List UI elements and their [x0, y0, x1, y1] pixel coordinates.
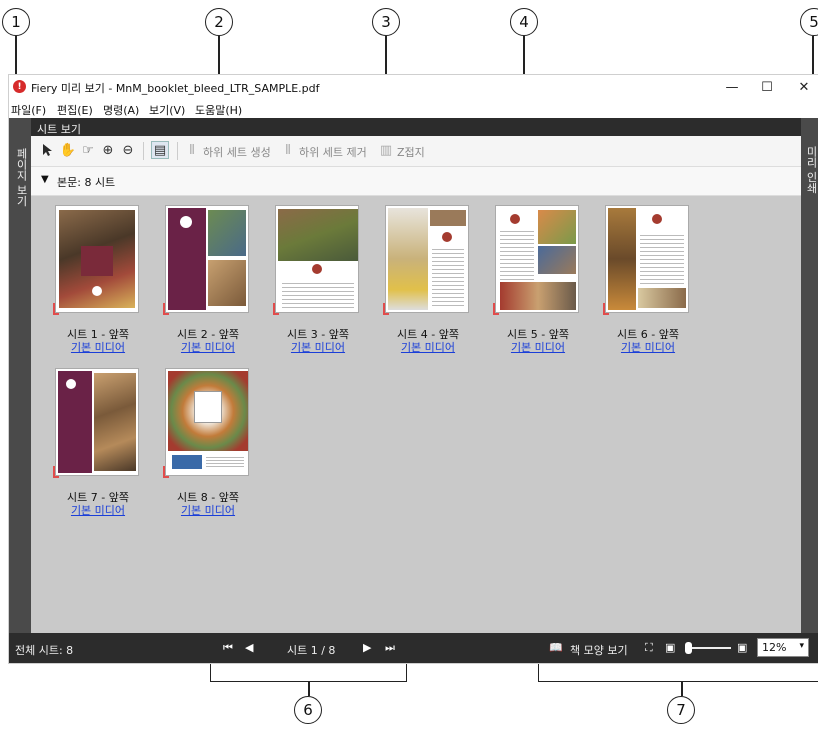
close-button[interactable]: ✕	[789, 77, 818, 97]
next-page-icon[interactable]: ▶	[363, 641, 371, 654]
zoom-out-icon[interactable]: ⊖	[119, 141, 137, 159]
window-title: Fiery 미리 보기 - MnM_booklet_bleed_LTR_SAMP…	[31, 82, 320, 95]
media-link[interactable]: 기본 미디어	[483, 339, 593, 355]
fiery-preview-window: ! Fiery 미리 보기 - MnM_booklet_bleed_LTR_SA…	[8, 74, 818, 664]
fit-to-window-icon[interactable]: ⛶	[645, 641, 653, 655]
page-indicator: 시트 1 / 8	[287, 644, 336, 657]
sheet-8-preview[interactable]	[165, 368, 249, 476]
z-fold-button[interactable]: Z접지	[397, 144, 425, 160]
sheet-thumbnail[interactable]: 시트 6 - 앞쪽 기본 미디어	[593, 205, 703, 365]
sheet-thumbnail[interactable]: 시트 7 - 앞쪽 기본 미디어	[43, 368, 153, 528]
page-view-panel[interactable]: 페이지 보기	[9, 118, 31, 633]
media-link[interactable]: 기본 미디어	[43, 339, 153, 355]
sheet-3-preview[interactable]	[275, 205, 359, 313]
menu-bar: 파일(F) 편집(E) 명령(A) 보기(V) 도움말(H)	[9, 99, 818, 118]
zoom-in-icon[interactable]: ⊕	[99, 141, 117, 159]
fiery-logo-icon: !	[13, 80, 26, 93]
zoom-large-icon[interactable]: ▣	[737, 641, 747, 654]
z-fold-icon[interactable]: ▥	[377, 141, 395, 159]
preflight-label: 미리 인쇄	[805, 146, 818, 194]
document-view-icon[interactable]: ▤	[151, 141, 169, 159]
sheet-grid: 시트 1 - 앞쪽 기본 미디어 시트 2 - 앞쪽 기본 미디어 시트 3 -…	[31, 196, 801, 633]
chevron-down-icon: ▾	[799, 641, 804, 651]
media-link[interactable]: 기본 미디어	[263, 339, 373, 355]
zoom-select[interactable]: 12% ▾	[757, 638, 809, 657]
previous-page-icon[interactable]: ◀	[245, 641, 253, 654]
title-bar: ! Fiery 미리 보기 - MnM_booklet_bleed_LTR_SA…	[9, 75, 818, 99]
sheet-thumbnail[interactable]: 시트 2 - 앞쪽 기본 미디어	[153, 205, 263, 365]
first-page-icon[interactable]: ⏮	[223, 641, 233, 655]
callout-3: 3	[372, 8, 400, 36]
toolbar: ✋ ☞ ⊕ ⊖ ▤ ⫴ 하위 세트 생성 ⫴ 하위 세트 제거 ▥ Z접지	[31, 136, 801, 167]
sheet-thumbnail[interactable]: 시트 8 - 앞쪽 기본 미디어	[153, 368, 263, 528]
callout-5: 5	[800, 8, 818, 36]
menu-commands[interactable]: 명령(A)	[103, 102, 139, 118]
zoom-slider-thumb[interactable]	[685, 642, 692, 654]
menu-file[interactable]: 파일(F)	[11, 102, 46, 118]
last-page-icon[interactable]: ⏭	[385, 641, 395, 655]
create-subset-button[interactable]: 하위 세트 생성	[203, 144, 271, 160]
sheet-thumbnail[interactable]: 시트 3 - 앞쪽 기본 미디어	[263, 205, 373, 365]
callout-2: 2	[205, 8, 233, 36]
sheet-7-preview[interactable]	[55, 368, 139, 476]
sheet-view-bar: ▸▸ 시트 보기 ◂◂	[9, 118, 818, 136]
page-view-label: 페이지 보기	[15, 148, 28, 207]
select-arrow-icon[interactable]	[39, 141, 57, 159]
maximize-button[interactable]: ☐	[752, 77, 782, 97]
sheet-1-preview[interactable]	[55, 205, 139, 313]
sheet-thumbnail[interactable]: 시트 1 - 앞쪽 기본 미디어	[43, 205, 153, 365]
sheet-view-label: 시트 보기	[37, 123, 81, 136]
sheet-thumbnail[interactable]: 시트 4 - 앞쪽 기본 미디어	[373, 205, 483, 365]
section-title: 본문: 8 시트	[57, 176, 116, 189]
preflight-panel[interactable]: 미리 인쇄	[801, 118, 818, 633]
status-bar: 전체 시트: 8 ⏮ ◀ 시트 1 / 8 ▶ ⏭ 📖 책 모양 보기 ⛶ ▣ …	[9, 633, 818, 663]
ruler-pointer-icon[interactable]: ☞	[79, 141, 97, 159]
section-header[interactable]: ▼ 본문: 8 시트	[31, 167, 801, 196]
book-view-button[interactable]: 책 모양 보기	[570, 642, 628, 658]
zoom-value: 12%	[762, 641, 787, 654]
sheet-4-preview[interactable]	[385, 205, 469, 313]
media-link[interactable]: 기본 미디어	[593, 339, 703, 355]
callout-7: 7	[667, 696, 695, 724]
sheet-2-preview[interactable]	[165, 205, 249, 313]
minimize-button[interactable]: —	[717, 77, 747, 97]
hand-pan-icon[interactable]: ✋	[59, 141, 77, 159]
create-subset-icon[interactable]: ⫴	[183, 141, 201, 159]
sheet-5-preview[interactable]	[495, 205, 579, 313]
callout-4: 4	[510, 8, 538, 36]
sheet-6-preview[interactable]	[605, 205, 689, 313]
media-link[interactable]: 기본 미디어	[43, 502, 153, 518]
menu-help[interactable]: 도움말(H)	[195, 102, 242, 118]
remove-subset-icon[interactable]: ⫴	[279, 141, 297, 159]
menu-edit[interactable]: 편집(E)	[57, 102, 93, 118]
media-link[interactable]: 기본 미디어	[373, 339, 483, 355]
book-view-icon[interactable]: 📖	[549, 641, 563, 654]
remove-subset-button[interactable]: 하위 세트 제거	[299, 144, 367, 160]
menu-view[interactable]: 보기(V)	[149, 102, 185, 118]
total-sheets: 전체 시트: 8	[15, 644, 74, 657]
media-link[interactable]: 기본 미디어	[153, 502, 263, 518]
collapse-triangle-icon[interactable]: ▼	[41, 174, 49, 185]
callout-1: 1	[2, 8, 30, 36]
callout-6: 6	[294, 696, 322, 724]
zoom-small-icon[interactable]: ▣	[665, 641, 675, 654]
sheet-thumbnail[interactable]: 시트 5 - 앞쪽 기본 미디어	[483, 205, 593, 365]
media-link[interactable]: 기본 미디어	[153, 339, 263, 355]
